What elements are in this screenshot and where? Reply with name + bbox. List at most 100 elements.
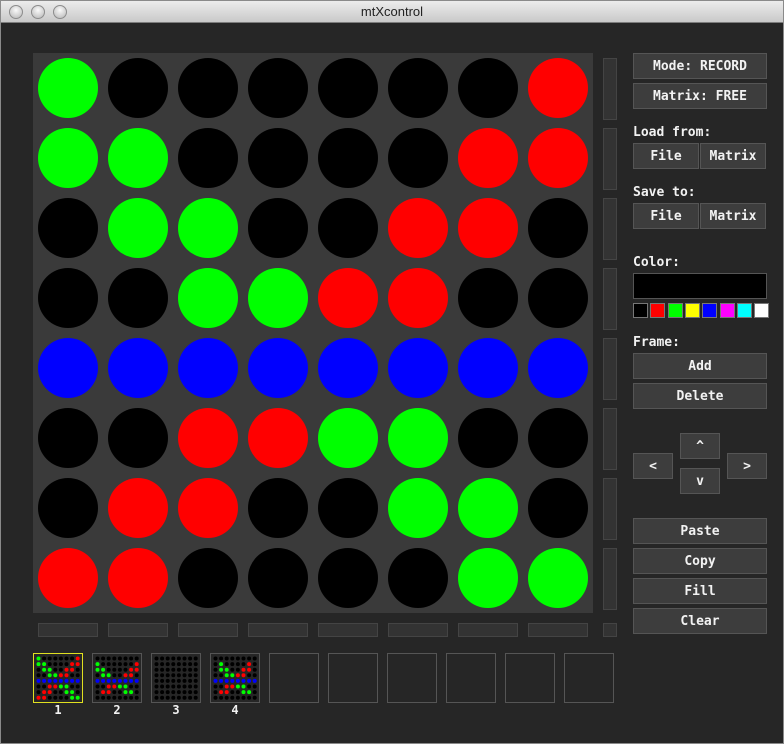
led-cell[interactable] — [248, 268, 308, 328]
led-cell[interactable] — [108, 198, 168, 258]
empty-frame-slot[interactable] — [387, 653, 437, 703]
load-file-button[interactable]: File — [633, 143, 699, 169]
led-cell[interactable] — [388, 408, 448, 468]
led-cell[interactable] — [178, 58, 238, 118]
led-cell[interactable] — [248, 478, 308, 538]
row-selector[interactable] — [603, 198, 617, 260]
led-cell[interactable] — [38, 338, 98, 398]
led-cell[interactable] — [528, 338, 588, 398]
led-cell[interactable] — [108, 58, 168, 118]
row-selector[interactable] — [603, 128, 617, 190]
led-cell[interactable] — [528, 58, 588, 118]
led-cell[interactable] — [178, 338, 238, 398]
led-cell[interactable] — [38, 198, 98, 258]
led-cell[interactable] — [108, 548, 168, 608]
row-selector[interactable] — [603, 338, 617, 400]
led-cell[interactable] — [458, 408, 518, 468]
load-matrix-button[interactable]: Matrix — [700, 143, 766, 169]
save-file-button[interactable]: File — [633, 203, 699, 229]
led-cell[interactable] — [458, 268, 518, 328]
led-cell[interactable] — [458, 198, 518, 258]
led-cell[interactable] — [528, 548, 588, 608]
add-frame-button[interactable]: Add — [633, 353, 767, 379]
led-cell[interactable] — [248, 548, 308, 608]
led-cell[interactable] — [178, 198, 238, 258]
color-swatch-yellow[interactable] — [684, 303, 700, 318]
frame-thumbnail[interactable] — [92, 653, 142, 703]
led-cell[interactable] — [388, 548, 448, 608]
led-cell[interactable] — [248, 128, 308, 188]
led-cell[interactable] — [318, 128, 378, 188]
led-cell[interactable] — [528, 268, 588, 328]
led-cell[interactable] — [178, 548, 238, 608]
led-cell[interactable] — [318, 408, 378, 468]
column-selector[interactable] — [108, 623, 168, 637]
led-cell[interactable] — [38, 128, 98, 188]
led-cell[interactable] — [388, 58, 448, 118]
led-cell[interactable] — [318, 548, 378, 608]
led-cell[interactable] — [388, 128, 448, 188]
led-cell[interactable] — [318, 268, 378, 328]
led-cell[interactable] — [388, 198, 448, 258]
led-cell[interactable] — [528, 128, 588, 188]
color-swatch-white[interactable] — [754, 303, 770, 318]
color-swatch-cyan[interactable] — [736, 303, 752, 318]
led-cell[interactable] — [388, 338, 448, 398]
row-selector[interactable] — [603, 548, 617, 610]
frame-thumbnail[interactable] — [210, 653, 260, 703]
empty-frame-slot[interactable] — [328, 653, 378, 703]
led-cell[interactable] — [38, 478, 98, 538]
led-cell[interactable] — [108, 338, 168, 398]
led-cell[interactable] — [318, 58, 378, 118]
led-cell[interactable] — [248, 338, 308, 398]
column-selector[interactable] — [38, 623, 98, 637]
empty-frame-slot[interactable] — [269, 653, 319, 703]
led-cell[interactable] — [458, 338, 518, 398]
shift-right-button[interactable]: > — [727, 453, 767, 479]
led-cell[interactable] — [108, 268, 168, 328]
empty-frame-slot[interactable] — [505, 653, 555, 703]
column-selector[interactable] — [318, 623, 378, 637]
shift-up-button[interactable]: ^ — [680, 433, 720, 459]
led-cell[interactable] — [108, 408, 168, 468]
empty-frame-slot[interactable] — [446, 653, 496, 703]
led-cell[interactable] — [38, 268, 98, 328]
led-cell[interactable] — [178, 408, 238, 468]
row-selector[interactable] — [603, 58, 617, 120]
led-cell[interactable] — [318, 198, 378, 258]
color-swatch-black[interactable] — [633, 303, 648, 318]
color-swatch-red[interactable] — [650, 303, 666, 318]
color-swatch-green[interactable] — [667, 303, 683, 318]
led-cell[interactable] — [178, 478, 238, 538]
copy-button[interactable]: Copy — [633, 548, 767, 574]
led-cell[interactable] — [248, 58, 308, 118]
led-cell[interactable] — [108, 128, 168, 188]
led-cell[interactable] — [458, 128, 518, 188]
color-swatch-magenta[interactable] — [719, 303, 735, 318]
led-cell[interactable] — [38, 408, 98, 468]
led-cell[interactable] — [108, 478, 168, 538]
led-cell[interactable] — [248, 198, 308, 258]
row-selector[interactable] — [603, 268, 617, 330]
led-cell[interactable] — [458, 548, 518, 608]
color-swatch-blue[interactable] — [702, 303, 718, 318]
column-selector[interactable] — [248, 623, 308, 637]
shift-down-button[interactable]: v — [680, 468, 720, 494]
clear-button[interactable]: Clear — [633, 608, 767, 634]
led-cell[interactable] — [388, 478, 448, 538]
column-selector[interactable] — [178, 623, 238, 637]
save-matrix-button[interactable]: Matrix — [700, 203, 766, 229]
led-cell[interactable] — [318, 478, 378, 538]
led-cell[interactable] — [178, 268, 238, 328]
led-cell[interactable] — [458, 478, 518, 538]
row-selector[interactable] — [603, 478, 617, 540]
matrix-mode-button[interactable]: Matrix: FREE — [633, 83, 767, 109]
paste-button[interactable]: Paste — [633, 518, 767, 544]
led-cell[interactable] — [528, 408, 588, 468]
led-cell[interactable] — [38, 548, 98, 608]
frame-thumbnail[interactable] — [33, 653, 83, 703]
frame-thumbnail[interactable] — [151, 653, 201, 703]
led-cell[interactable] — [38, 58, 98, 118]
mode-button[interactable]: Mode: RECORD — [633, 53, 767, 79]
row-selector[interactable] — [603, 408, 617, 470]
